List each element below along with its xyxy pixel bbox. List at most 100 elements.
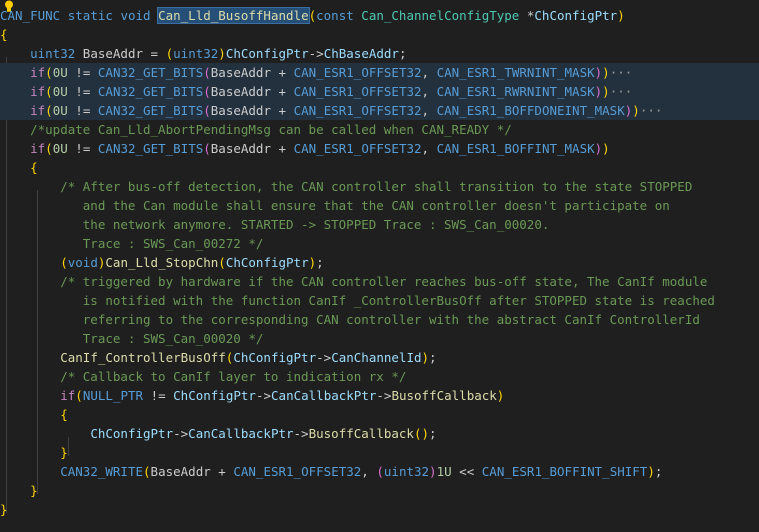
code-token: +	[278, 84, 287, 99]
code-line[interactable]: (void)Can_Lld_StopChn(ChConfigPtr);	[0, 253, 759, 272]
code-token: <	[466, 464, 475, 479]
code-line[interactable]: Trace : SWS_Can_00020 */	[0, 329, 759, 348]
code-token: Can_Lld_StopChn	[105, 255, 219, 270]
code-token: =	[82, 65, 91, 80]
bracket: (	[45, 103, 53, 118]
code-line[interactable]: Trace : SWS_Can_00272 */	[0, 234, 759, 253]
code-line[interactable]: {	[0, 405, 759, 424]
bracket: }	[0, 502, 8, 517]
code-editor[interactable]: CAN_FUNC static void Can_Lld_BusoffHandl…	[0, 0, 759, 532]
code-token: CAN_ESR1_OFFSET32	[293, 65, 422, 80]
code-token: CAN_ESR1_TWRNINT_MASK	[436, 65, 595, 80]
code-token: ->	[173, 426, 189, 441]
code-line[interactable]: referring to the corresponding CAN contr…	[0, 310, 759, 329]
code-line[interactable]: if(0U != CAN32_GET_BITS(BaseAddr + CAN_E…	[0, 101, 759, 120]
code-token: CAN32_GET_BITS	[97, 141, 204, 156]
code-line[interactable]: the network anymore. STARTED -> STOPPED …	[0, 215, 759, 234]
bracket: )	[421, 350, 430, 365]
code-line[interactable]: and the Can module shall ensure that the…	[0, 196, 759, 215]
comment: is notified with the function CanIf _Con…	[0, 293, 715, 308]
code-token: void	[120, 8, 151, 23]
code-line[interactable]: /* After bus-off detection, the CAN cont…	[0, 177, 759, 196]
code-token: NULL_PTR	[82, 388, 144, 403]
code-token: ChConfigPtr	[173, 388, 256, 403]
code-token: +	[218, 464, 226, 479]
code-token: CAN_ESR1_BOFFINT_MASK	[436, 141, 595, 156]
code-token: ,	[361, 464, 369, 479]
code-token: ,	[421, 65, 430, 80]
code-line[interactable]: {	[0, 25, 759, 44]
code-token: !	[75, 65, 83, 80]
code-token: ;	[429, 350, 437, 365]
code-token: !	[150, 388, 159, 403]
code-token: CanIf_ControllerBusOff	[60, 350, 226, 365]
bracket: )	[617, 8, 625, 23]
bracket: }	[30, 483, 38, 498]
code-line[interactable]: CanIf_ControllerBusOff(ChConfigPtr->CanC…	[0, 348, 759, 367]
code-line[interactable]: /*update Can_Lld_AbortPendingMsg can be …	[0, 120, 759, 139]
comment: /* After bus-off detection, the CAN cont…	[0, 179, 693, 194]
bracket: (	[203, 141, 211, 156]
code-token: 0U	[52, 84, 68, 99]
code-token: 1U	[436, 464, 452, 479]
code-token: BusoffCallback	[308, 426, 414, 441]
code-token: ->	[308, 46, 324, 61]
code-line[interactable]: is notified with the function CanIf _Con…	[0, 291, 759, 310]
selected-function-name: Can_Lld_BusoffHandle	[157, 7, 310, 24]
code-line[interactable]: uint32 BaseAddr = (uint32)ChConfigPtr->C…	[0, 44, 759, 63]
code-token: ,	[421, 141, 430, 156]
bracket: (	[45, 84, 53, 99]
ellipsis-icon: ···	[639, 103, 663, 118]
comment: /* Callback to CanIf layer to indication…	[0, 369, 407, 384]
code-token: <	[459, 464, 467, 479]
comment: /* triggered by hardware if the CAN cont…	[0, 274, 708, 289]
code-token: ->	[255, 388, 272, 403]
code-token: ,	[421, 103, 430, 118]
code-line[interactable]: }	[0, 443, 759, 462]
bracket: (	[218, 255, 226, 270]
comment: and the Can module shall ensure that the…	[0, 198, 670, 213]
code-line[interactable]: if(NULL_PTR != ChConfigPtr->CanCallbackP…	[0, 386, 759, 405]
code-token: if	[60, 388, 76, 403]
code-token: !	[75, 141, 83, 156]
code-token: CAN_FUNC	[0, 8, 61, 23]
code-token: +	[278, 103, 287, 118]
code-token: ;	[398, 46, 407, 61]
bracket: )	[218, 46, 226, 61]
code-line[interactable]: }	[0, 500, 759, 519]
code-token: CAN32_WRITE	[60, 464, 144, 479]
bracket: (	[203, 84, 211, 99]
code-line[interactable]: {	[0, 158, 759, 177]
code-line[interactable]: if(0U != CAN32_GET_BITS(BaseAddr + CAN_E…	[0, 139, 759, 158]
code-token: CAN_ESR1_OFFSET32	[293, 141, 422, 156]
code-token: 0U	[52, 65, 68, 80]
bracket: )	[602, 65, 610, 80]
code-token: if	[30, 103, 46, 118]
comment: Trace : SWS_Can_00272 */	[0, 236, 264, 251]
code-line[interactable]: CAN_FUNC static void Can_Lld_BusoffHandl…	[0, 6, 759, 25]
code-token: CAN32_GET_BITS	[97, 84, 204, 99]
code-line[interactable]: if(0U != CAN32_GET_BITS(BaseAddr + CAN_E…	[0, 63, 759, 82]
code-token: !	[75, 103, 83, 118]
bracket: )	[429, 464, 437, 479]
code-token: BusoffCallback	[391, 388, 497, 403]
code-line[interactable]: if(0U != CAN32_GET_BITS(BaseAddr + CAN_E…	[0, 82, 759, 101]
ellipsis-icon: ···	[609, 65, 633, 80]
code-line[interactable]: }	[0, 481, 759, 500]
code-line[interactable]: ChConfigPtr->CanCallbackPtr->BusoffCallb…	[0, 424, 759, 443]
code-token: =	[82, 141, 91, 156]
code-token: CAN_ESR1_OFFSET32	[293, 84, 422, 99]
comment: referring to the corresponding CAN contr…	[0, 312, 700, 327]
code-token: BaseAddr	[210, 84, 271, 99]
code-line[interactable]: CAN32_WRITE(BaseAddr + CAN_ESR1_OFFSET32…	[0, 462, 759, 481]
code-token: +	[278, 65, 287, 80]
code-token: Can_ChannelConfigType	[361, 8, 520, 23]
code-token: void	[67, 255, 98, 270]
bracket: (	[143, 464, 151, 479]
code-token: static	[67, 8, 113, 23]
bracket: (	[45, 141, 53, 156]
bracket: (	[75, 388, 83, 403]
code-line[interactable]: /* Callback to CanIf layer to indication…	[0, 367, 759, 386]
code-token: if	[30, 65, 46, 80]
code-line[interactable]: /* triggered by hardware if the CAN cont…	[0, 272, 759, 291]
